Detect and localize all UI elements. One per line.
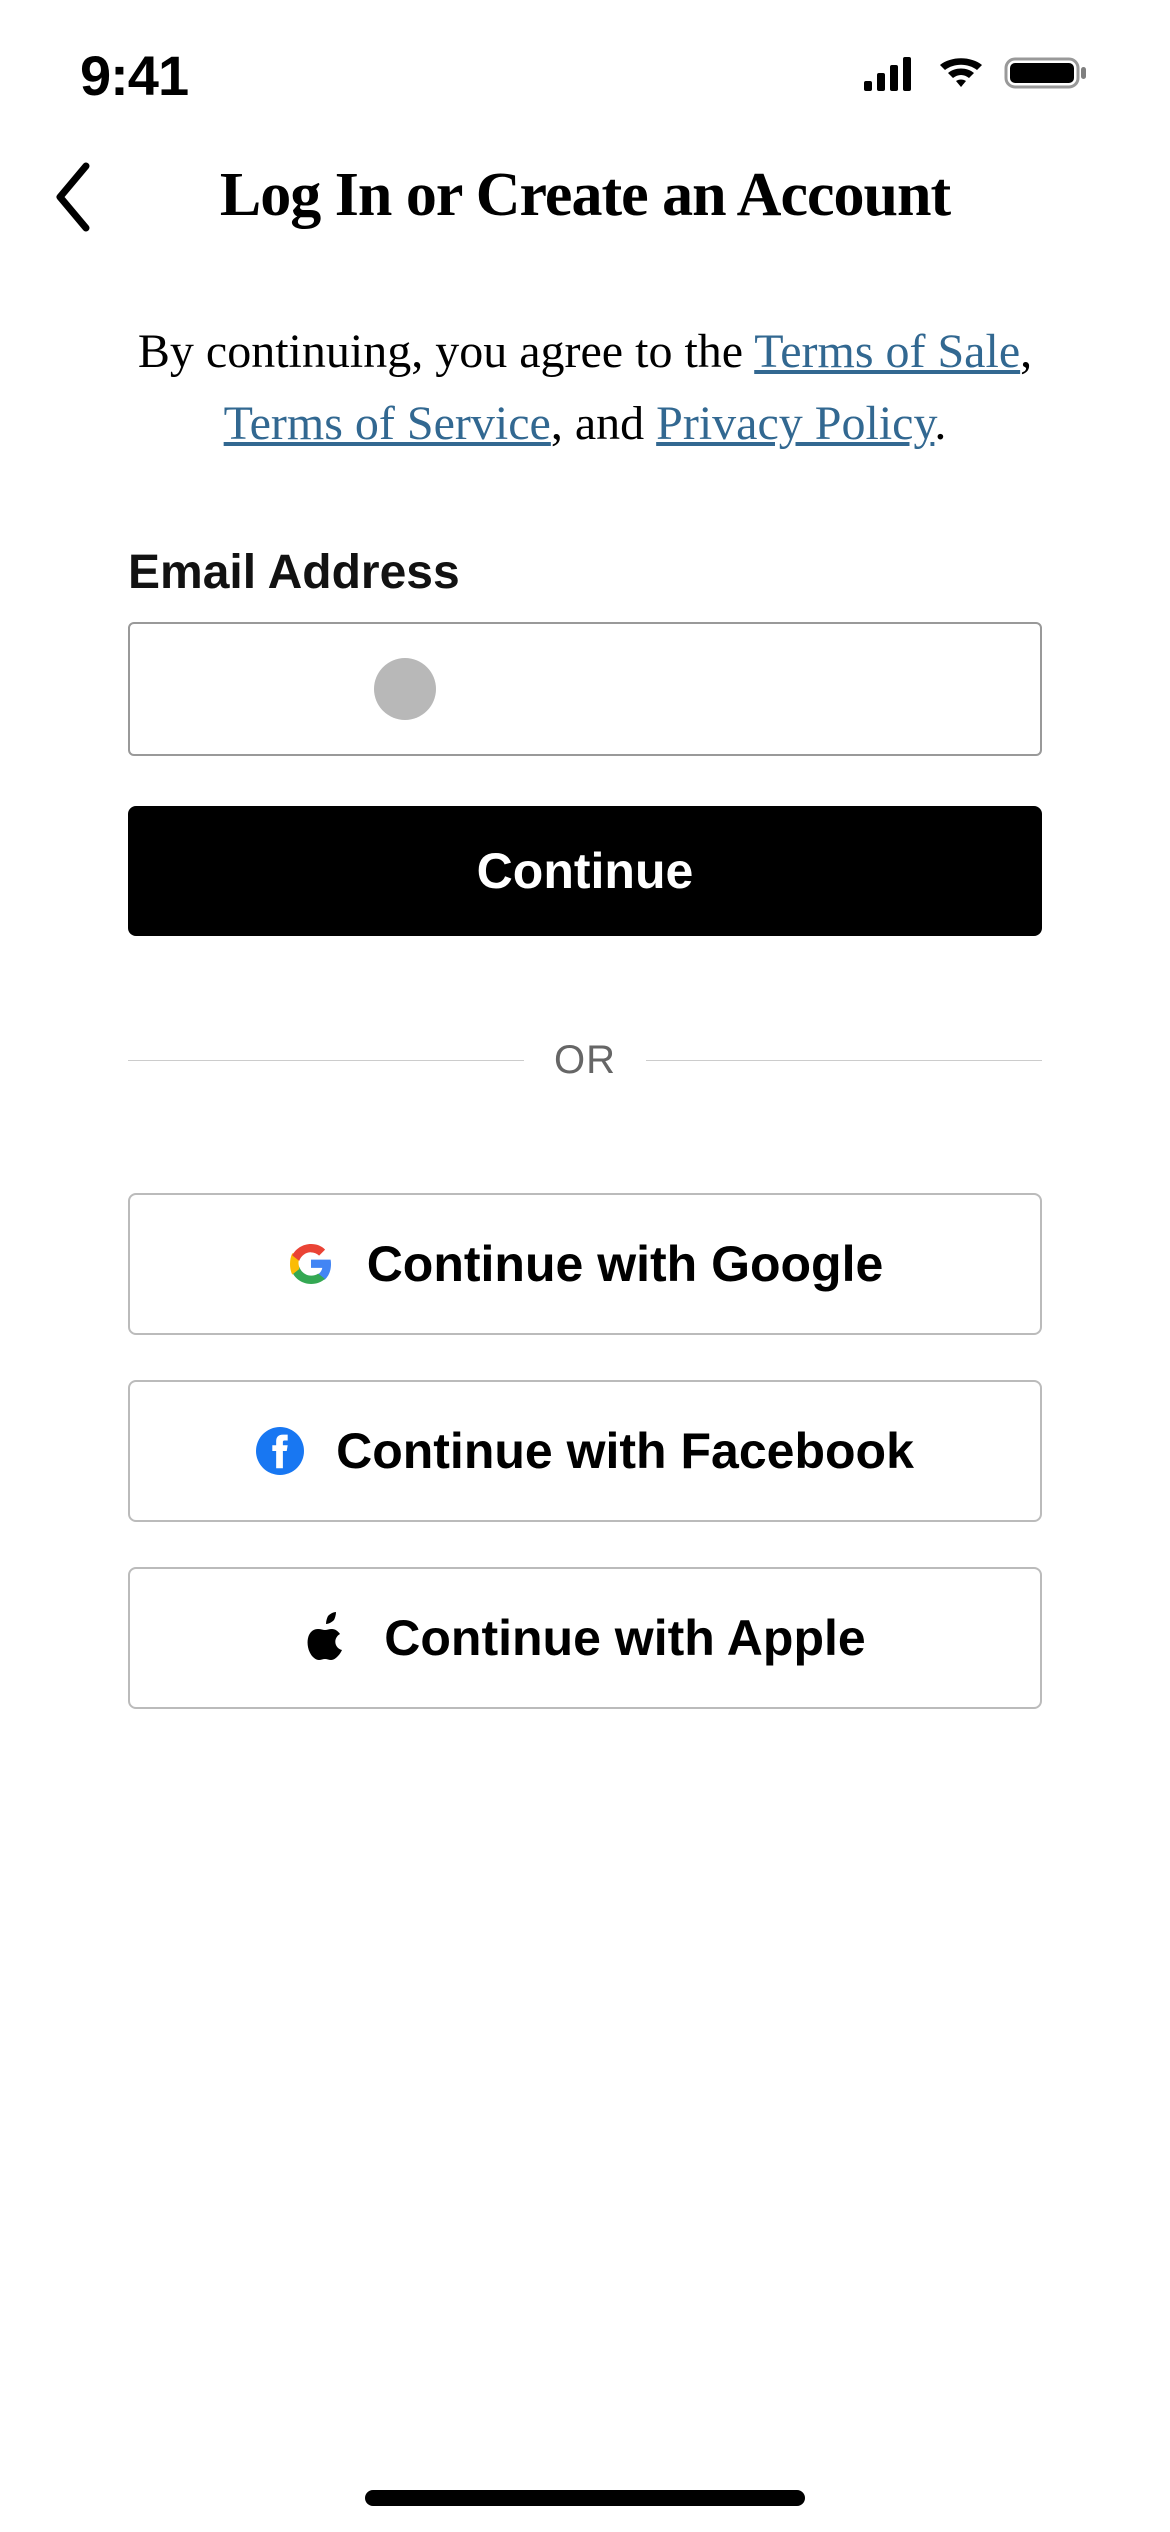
- privacy-policy-link[interactable]: Privacy Policy: [656, 397, 934, 450]
- wifi-icon: [936, 55, 986, 96]
- agreement-text: By continuing, you agree to the Terms of…: [93, 316, 1077, 460]
- status-time: 9:41: [80, 43, 188, 108]
- apple-icon: [304, 1614, 352, 1662]
- terms-of-sale-link[interactable]: Terms of Sale: [754, 325, 1020, 378]
- terms-of-service-link[interactable]: Terms of Service: [224, 397, 551, 450]
- home-indicator[interactable]: [365, 2490, 805, 2506]
- email-label: Email Address: [128, 545, 1042, 600]
- email-field[interactable]: [128, 622, 1042, 756]
- apple-button-label: Continue with Apple: [384, 1609, 865, 1667]
- nav-header: Log In or Create an Account: [0, 130, 1170, 271]
- email-input-wrapper: [128, 622, 1042, 756]
- back-button[interactable]: [50, 160, 94, 239]
- continue-with-facebook-button[interactable]: Continue with Facebook: [128, 1380, 1042, 1522]
- cellular-signal-icon: [864, 55, 918, 96]
- status-icons: [864, 53, 1090, 98]
- continue-button[interactable]: Continue: [128, 806, 1042, 936]
- divider-line-right: [646, 1060, 1042, 1061]
- google-icon: [287, 1240, 335, 1288]
- status-bar: 9:41: [0, 0, 1170, 130]
- divider: OR: [128, 1038, 1042, 1083]
- page-title: Log In or Create an Account: [40, 160, 1130, 231]
- facebook-button-label: Continue with Facebook: [336, 1422, 914, 1480]
- facebook-icon: [256, 1427, 304, 1475]
- continue-with-apple-button[interactable]: Continue with Apple: [128, 1567, 1042, 1709]
- content: By continuing, you agree to the Terms of…: [0, 271, 1170, 1709]
- continue-with-google-button[interactable]: Continue with Google: [128, 1193, 1042, 1335]
- battery-icon: [1004, 53, 1090, 98]
- divider-line-left: [128, 1060, 524, 1061]
- divider-text: OR: [554, 1038, 616, 1083]
- chevron-left-icon: [50, 160, 94, 234]
- google-button-label: Continue with Google: [367, 1235, 884, 1293]
